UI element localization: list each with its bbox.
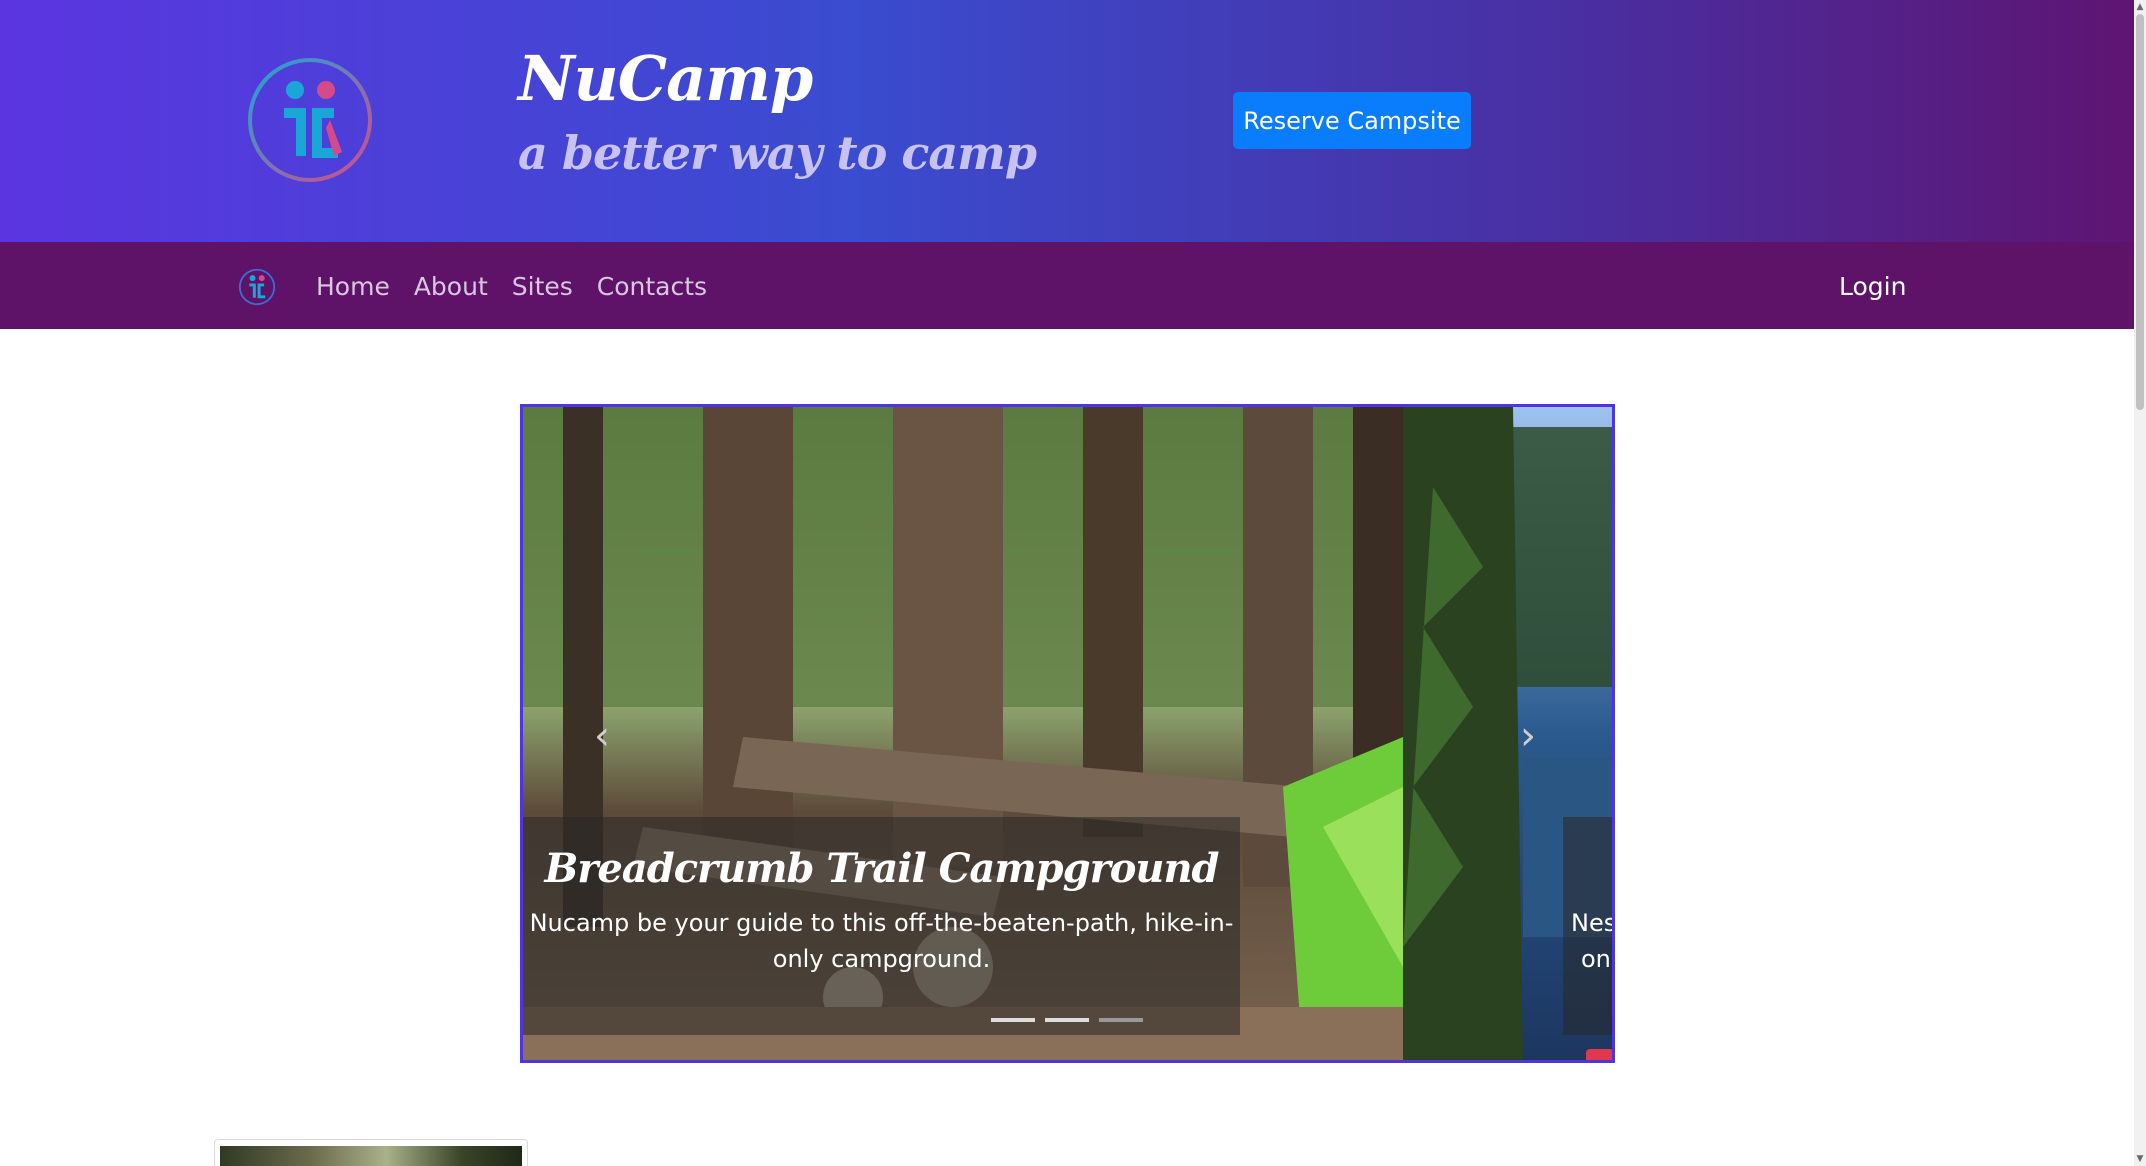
chevron-right-icon[interactable]: › (1513, 716, 1543, 756)
nav-contacts-link[interactable]: Contacts (597, 270, 707, 304)
carousel-indicators (991, 1018, 1143, 1022)
carousel: Breadcrumb Trail Campground Nucamp be yo… (520, 404, 1615, 1063)
nav-links: Home About Sites Contacts (316, 270, 707, 304)
navbar-logo-icon[interactable] (238, 268, 276, 306)
nav-home-link[interactable]: Home (316, 270, 390, 304)
campsite-card[interactable] (214, 1139, 528, 1166)
carousel-indicator-3[interactable] (1099, 1018, 1143, 1022)
reserve-campsite-button[interactable]: Reserve Campsite (1233, 92, 1471, 149)
scroll-down-arrow-icon[interactable]: ▼ (2136, 1154, 2144, 1164)
page: NuCamp a better way to camp Reserve Camp… (0, 0, 2134, 1166)
nav-sites-link[interactable]: Sites (512, 270, 573, 304)
carousel-next-caption-line2: on (1581, 945, 1611, 973)
scrollbar-thumb[interactable] (2136, 14, 2144, 410)
brand-subtitle: a better way to camp (518, 126, 1037, 180)
scroll-up-arrow-icon[interactable]: ▲ (2136, 2, 2144, 12)
brand-title: NuCamp (518, 42, 813, 115)
carousel-next-caption-line1: Nes (1571, 909, 1615, 937)
carousel-caption-title: Breadcrumb Trail Campground (544, 845, 1219, 892)
nav-about-link[interactable]: About (414, 270, 488, 304)
chevron-left-icon[interactable]: ‹ (587, 716, 617, 756)
jumbotron-header: NuCamp a better way to camp Reserve Camp… (0, 0, 2134, 242)
campsite-card-image (220, 1146, 522, 1166)
carousel-indicator-1[interactable] (991, 1018, 1035, 1022)
carousel-indicator-2[interactable] (1045, 1018, 1089, 1022)
carousel-caption-text: Nucamp be your guide to this off-the-bea… (529, 909, 1234, 973)
red-marker (1586, 1049, 1612, 1060)
nucamp-logo-icon (248, 58, 372, 182)
login-link[interactable]: Login (1839, 270, 1906, 304)
carousel-next-caption-text: Nes on (1571, 905, 1615, 977)
